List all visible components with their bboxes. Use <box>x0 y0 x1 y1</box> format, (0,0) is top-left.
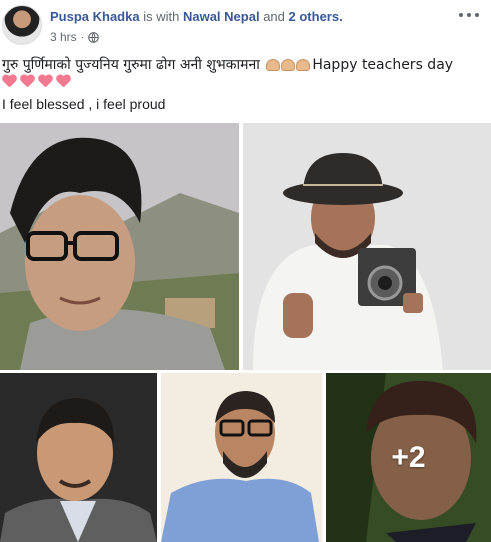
meta-separator: · <box>80 31 85 43</box>
and-text: and <box>263 9 285 24</box>
more-photos-count: +2 <box>391 440 426 474</box>
author-line: Puspa Khadka is with Nawal Nepal and 2 o… <box>50 9 343 25</box>
tagged-person-link[interactable]: Nawal Nepal <box>183 9 260 24</box>
english-text: Happy teachers day <box>312 57 454 73</box>
others-link[interactable]: 2 others. <box>289 9 343 24</box>
post-time-link[interactable]: 3 hrs <box>50 30 77 44</box>
post-text-line2: I feel blessed , i feel proud <box>2 96 166 112</box>
post-text-line1: गुरु पुर्णिमाको पुज्यनिय गुरुमा ढोग अनी … <box>2 56 487 74</box>
globe-icon[interactable] <box>88 31 99 43</box>
facebook-post: Puspa Khadka is with Nawal Nepal and 2 o… <box>0 0 491 542</box>
with-text: is with <box>143 9 180 24</box>
hearts-emoji-row <box>2 75 71 91</box>
more-options-icon[interactable] <box>459 8 479 22</box>
photo-5-more[interactable]: +2 <box>326 373 491 542</box>
post-meta: 3 hrs · <box>50 30 99 44</box>
heart-icon <box>56 75 71 89</box>
folded-hands-icon <box>266 59 311 71</box>
heart-icon <box>2 75 17 89</box>
more-photos-overlay[interactable]: +2 <box>326 373 491 542</box>
photo-3[interactable] <box>0 373 157 542</box>
heart-icon <box>20 75 35 89</box>
post-header: Puspa Khadka is with Nawal Nepal and 2 o… <box>0 0 491 50</box>
photo-1[interactable] <box>0 123 239 370</box>
nepali-text: गुरु पुर्णिमाको पुज्यनिय गुरुमा ढोग अनी … <box>2 57 260 73</box>
author-avatar[interactable] <box>2 5 42 45</box>
author-name-link[interactable]: Puspa Khadka <box>50 9 140 24</box>
heart-icon <box>38 75 53 89</box>
photo-2[interactable] <box>243 123 491 370</box>
photo-4[interactable] <box>161 373 322 542</box>
